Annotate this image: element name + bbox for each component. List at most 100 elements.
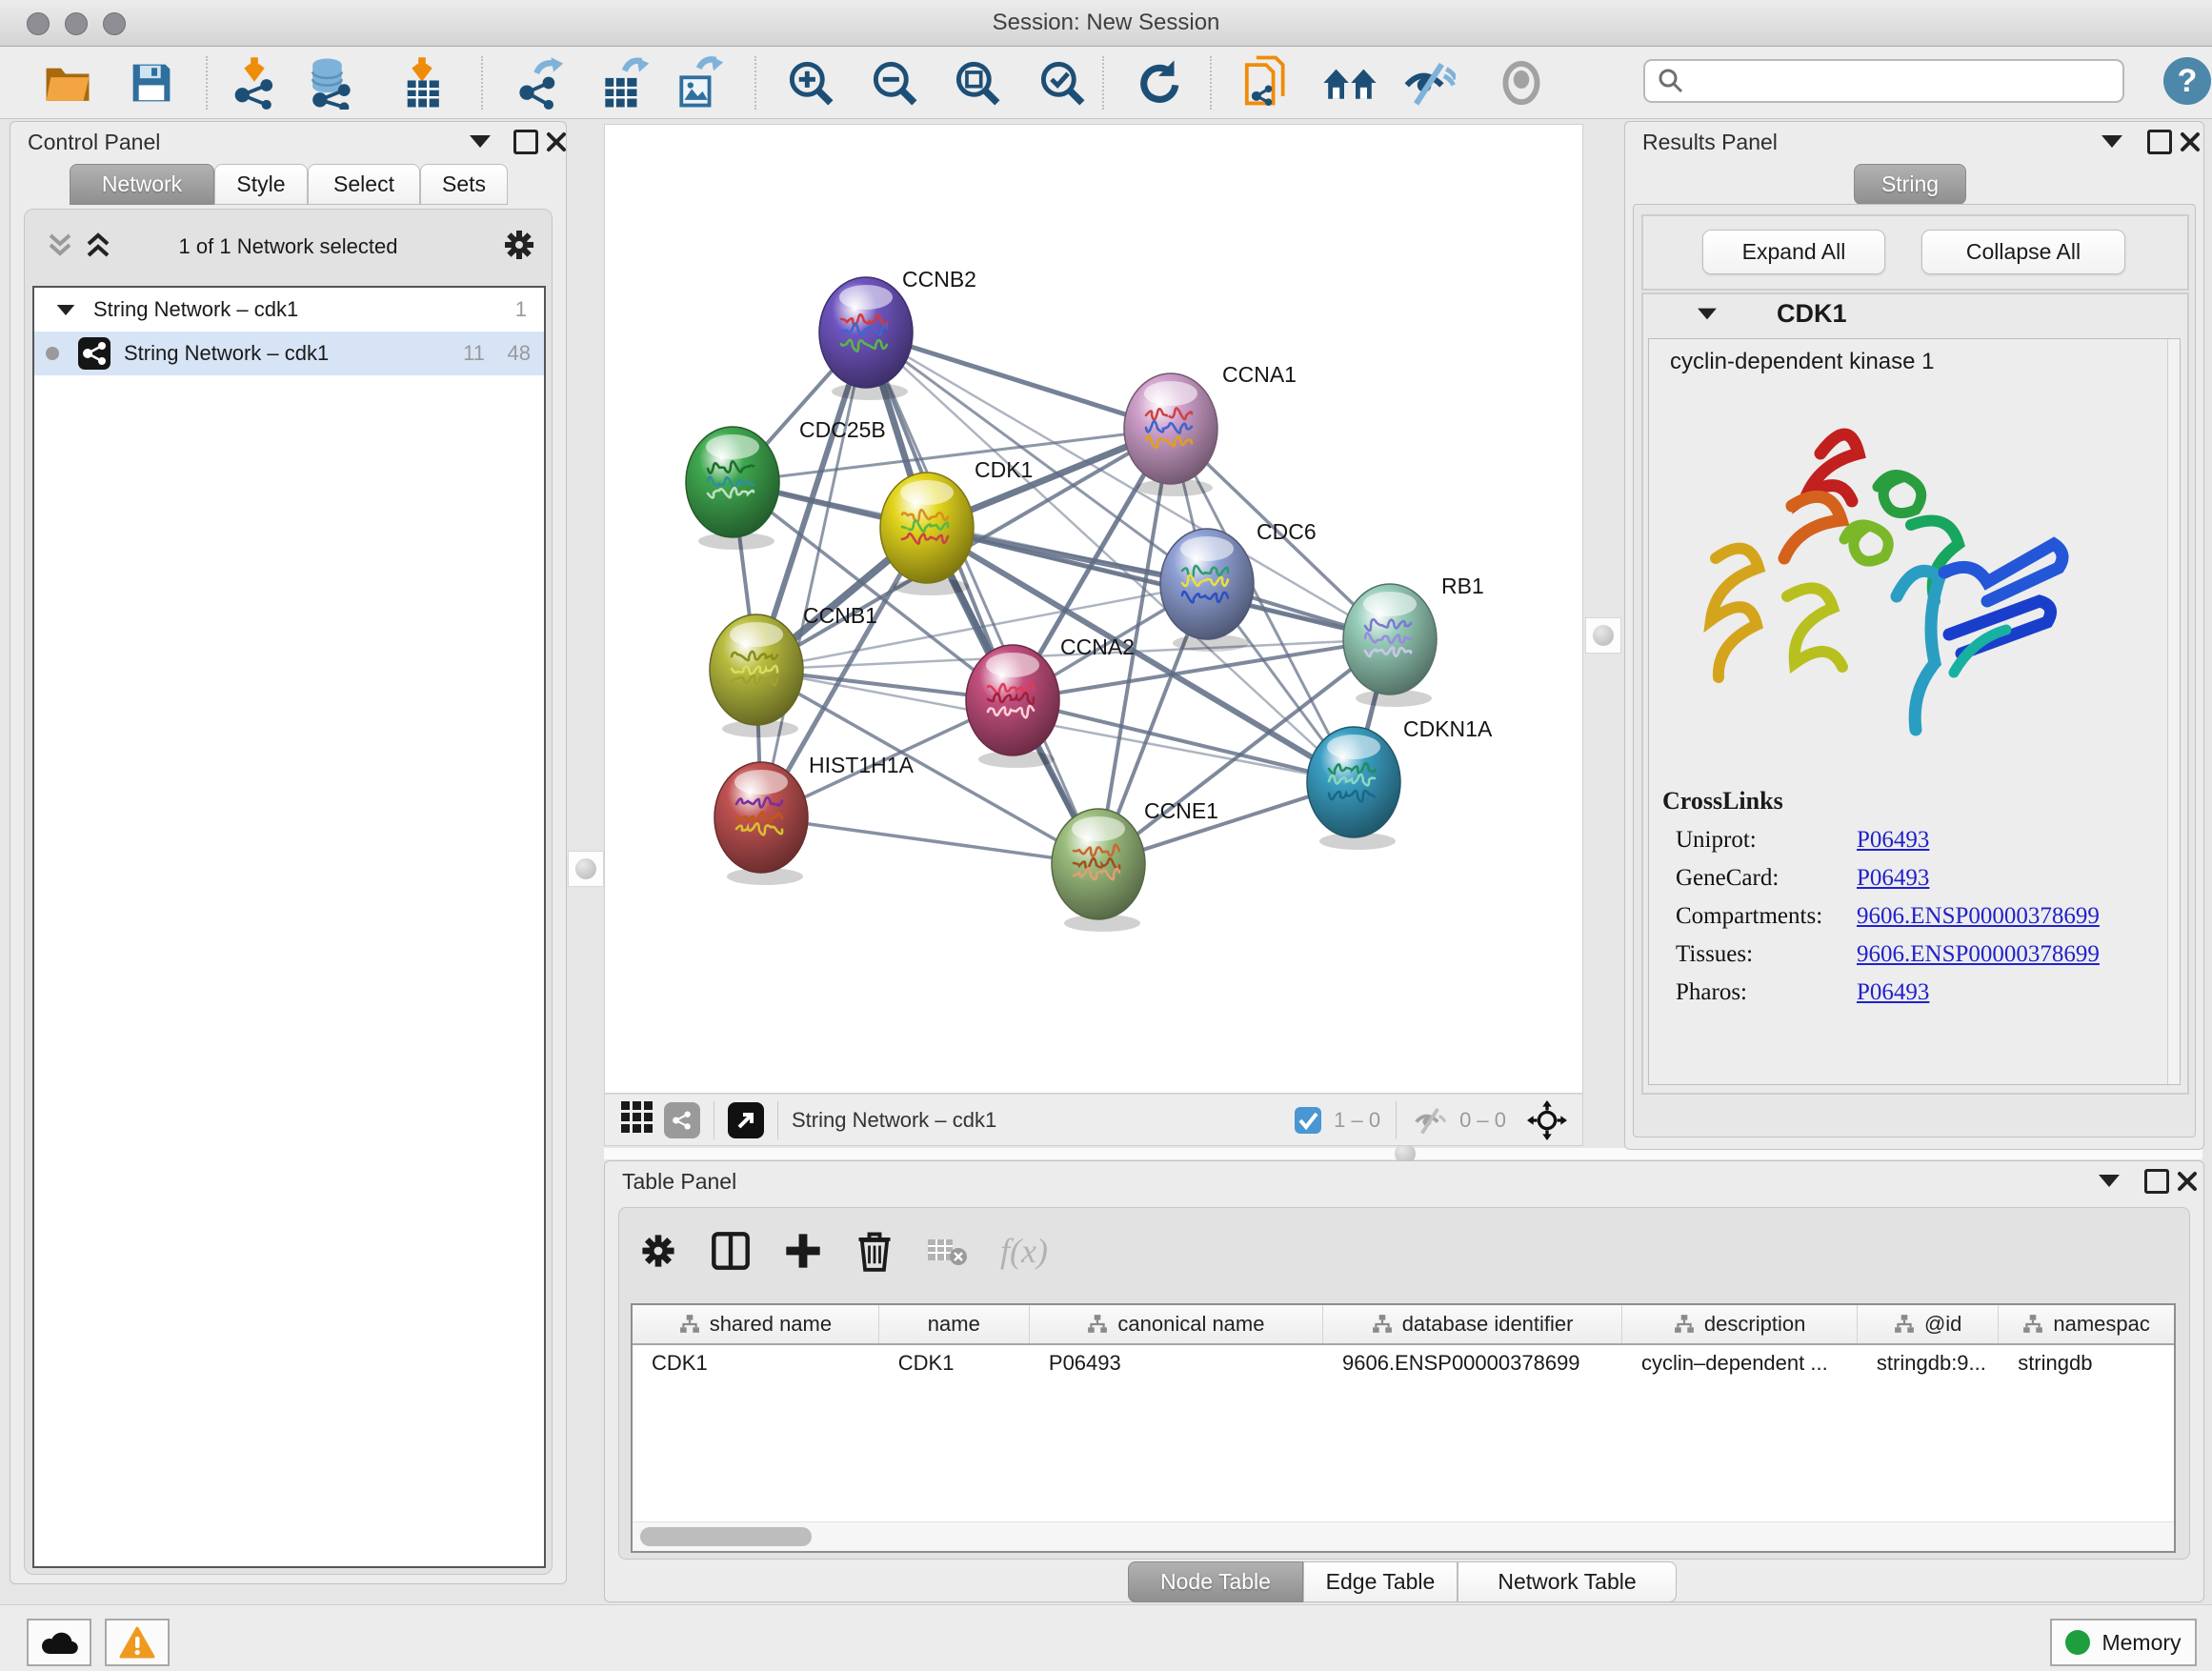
gene-collapse-icon[interactable] [1698,309,1717,320]
save-session-button[interactable] [122,54,181,111]
column-header[interactable]: database identifier [1323,1305,1622,1343]
export-network-icon [514,56,566,110]
tab-network-table[interactable]: Network Table [1458,1561,1677,1602]
import-table-icon [397,56,447,110]
crosslink-link[interactable]: P06493 [1857,979,1929,1006]
gene-details: cyclin-dependent kinase 1 [1648,338,2181,1085]
svg-text:CDKN1A: CDKN1A [1403,716,1493,741]
left-splitter-handle[interactable] [568,851,604,887]
help-button[interactable]: ? [2161,54,2212,108]
main-toolbar: ? [0,47,2212,119]
panel-menu-icon[interactable] [470,135,491,148]
float-panel-icon[interactable] [513,130,538,154]
network-canvas[interactable]: CCNB2CCNA1CDC25BCDK1CDC6RB1CCNB1CCNA2CDK… [604,124,1583,1094]
import-network-database-button[interactable] [300,54,359,111]
tab-style[interactable]: Style [214,164,308,205]
svg-text:CCNB2: CCNB2 [902,267,976,292]
column-header[interactable]: shared name [633,1305,879,1343]
expand-all-button[interactable]: Expand All [1702,230,1885,274]
cloud-status-button[interactable] [27,1619,91,1666]
float-panel-icon[interactable] [2147,130,2172,154]
gear-icon[interactable] [501,227,537,263]
search-input[interactable] [1643,59,2124,103]
import-network-file-button[interactable] [225,54,284,111]
export-image-icon [674,56,726,110]
show-columns-icon[interactable] [711,1231,751,1271]
collection-expand-icon[interactable] [57,304,75,314]
open-view-in-window-button[interactable] [728,1102,764,1138]
crosslink-link[interactable]: P06493 [1857,827,1929,854]
import-table-file-button[interactable] [392,54,452,111]
export-network-button[interactable] [511,54,570,111]
tab-edge-table[interactable]: Edge Table [1303,1561,1458,1602]
table-row[interactable]: CDK1 CDK1 P06493 9606.ENSP00000378699 cy… [633,1345,2174,1381]
crosslink-label: Pharos: [1676,979,1857,1006]
zoom-out-icon [869,57,920,109]
warnings-button[interactable] [105,1619,170,1666]
crosslink-link[interactable]: 9606.ENSP00000378699 [1857,903,2100,930]
column-header[interactable]: name [879,1305,1030,1343]
close-panel-icon[interactable] [546,131,567,152]
clone-documents-icon [1241,55,1291,111]
current-network-indicator [46,347,59,360]
cell-description: cyclin–dependent ... [1622,1351,1858,1376]
panel-menu-icon[interactable] [2101,135,2122,148]
title-bar: Session: New Session [0,0,2212,47]
apply-layout-button[interactable] [1129,54,1188,111]
tab-node-table[interactable]: Node Table [1128,1561,1303,1602]
table-gear-icon[interactable] [638,1231,678,1271]
hide-graphics-button[interactable] [1399,54,1458,111]
column-type-icon [1674,1314,1695,1335]
crosslink-link[interactable]: 9606.ENSP00000378699 [1857,941,2100,968]
export-table-button[interactable] [596,54,655,111]
crosslink-row: Compartments: 9606.ENSP00000378699 [1676,903,2180,930]
toolbar-separator [481,56,483,110]
birdseye-toggle-button[interactable] [620,1100,654,1139]
column-header[interactable]: namespac [1999,1305,2174,1343]
network-graph[interactable]: CCNB2CCNA1CDC25BCDK1CDC6RB1CCNB1CCNA2CDK… [605,125,1582,1093]
control-panel: Control Panel Network Style Select Sets … [10,121,567,1584]
panel-menu-icon[interactable] [2099,1175,2120,1187]
toolbar-separator [1396,1101,1397,1139]
network-row[interactable]: String Network – cdk1 11 48 [34,332,544,375]
hidden-eye-slash-icon [1412,1106,1448,1135]
tab-sets[interactable]: Sets [420,164,508,205]
add-column-icon[interactable] [783,1231,823,1271]
refresh-layout-icon [1134,58,1183,108]
column-type-icon [1894,1314,1915,1335]
column-header[interactable]: description [1622,1305,1858,1343]
selected-checkbox-icon[interactable] [1294,1106,1322,1135]
network-collection-row[interactable]: String Network – cdk1 1 [34,288,544,332]
tab-select[interactable]: Select [308,164,420,205]
string-settings-button[interactable] [664,1102,700,1138]
cybrowser-home-button[interactable] [1320,54,1379,111]
open-file-button[interactable] [38,54,97,111]
show-graphics-button[interactable] [1492,54,1551,111]
crosslink-link[interactable]: P06493 [1857,865,1929,892]
collapse-all-button[interactable]: Collapse All [1921,230,2125,274]
zoom-selected-button[interactable] [1033,54,1092,111]
right-splitter-handle[interactable] [1585,617,1621,654]
table-horizontal-scrollbar[interactable] [633,1521,2174,1551]
results-scrollbar[interactable] [2167,339,2180,1084]
column-header[interactable]: @id [1858,1305,1999,1343]
zoom-in-button[interactable] [781,54,840,111]
pan-crosshair-icon[interactable] [1527,1100,1567,1140]
memory-button[interactable]: Memory [2050,1619,2197,1666]
tab-string[interactable]: String [1854,164,1966,205]
scrollbar-thumb[interactable] [640,1527,812,1546]
float-panel-icon[interactable] [2144,1169,2169,1194]
clone-network-button[interactable] [1237,54,1296,111]
cell-canonical-name: P06493 [1030,1351,1323,1376]
close-panel-icon[interactable] [2180,131,2201,152]
zoom-fit-button[interactable] [948,54,1007,111]
export-image-button[interactable] [671,54,730,111]
column-header[interactable]: canonical name [1030,1305,1323,1343]
crosslink-label: Tissues: [1676,941,1857,968]
delete-column-icon[interactable] [855,1230,894,1272]
houses-icon [1321,60,1378,106]
zoom-out-button[interactable] [865,54,924,111]
tab-network[interactable]: Network [70,164,214,205]
close-panel-icon[interactable] [2177,1171,2198,1192]
string-results-content: Expand All Collapse All CDK1 cyclin-depe… [1633,204,2196,1137]
